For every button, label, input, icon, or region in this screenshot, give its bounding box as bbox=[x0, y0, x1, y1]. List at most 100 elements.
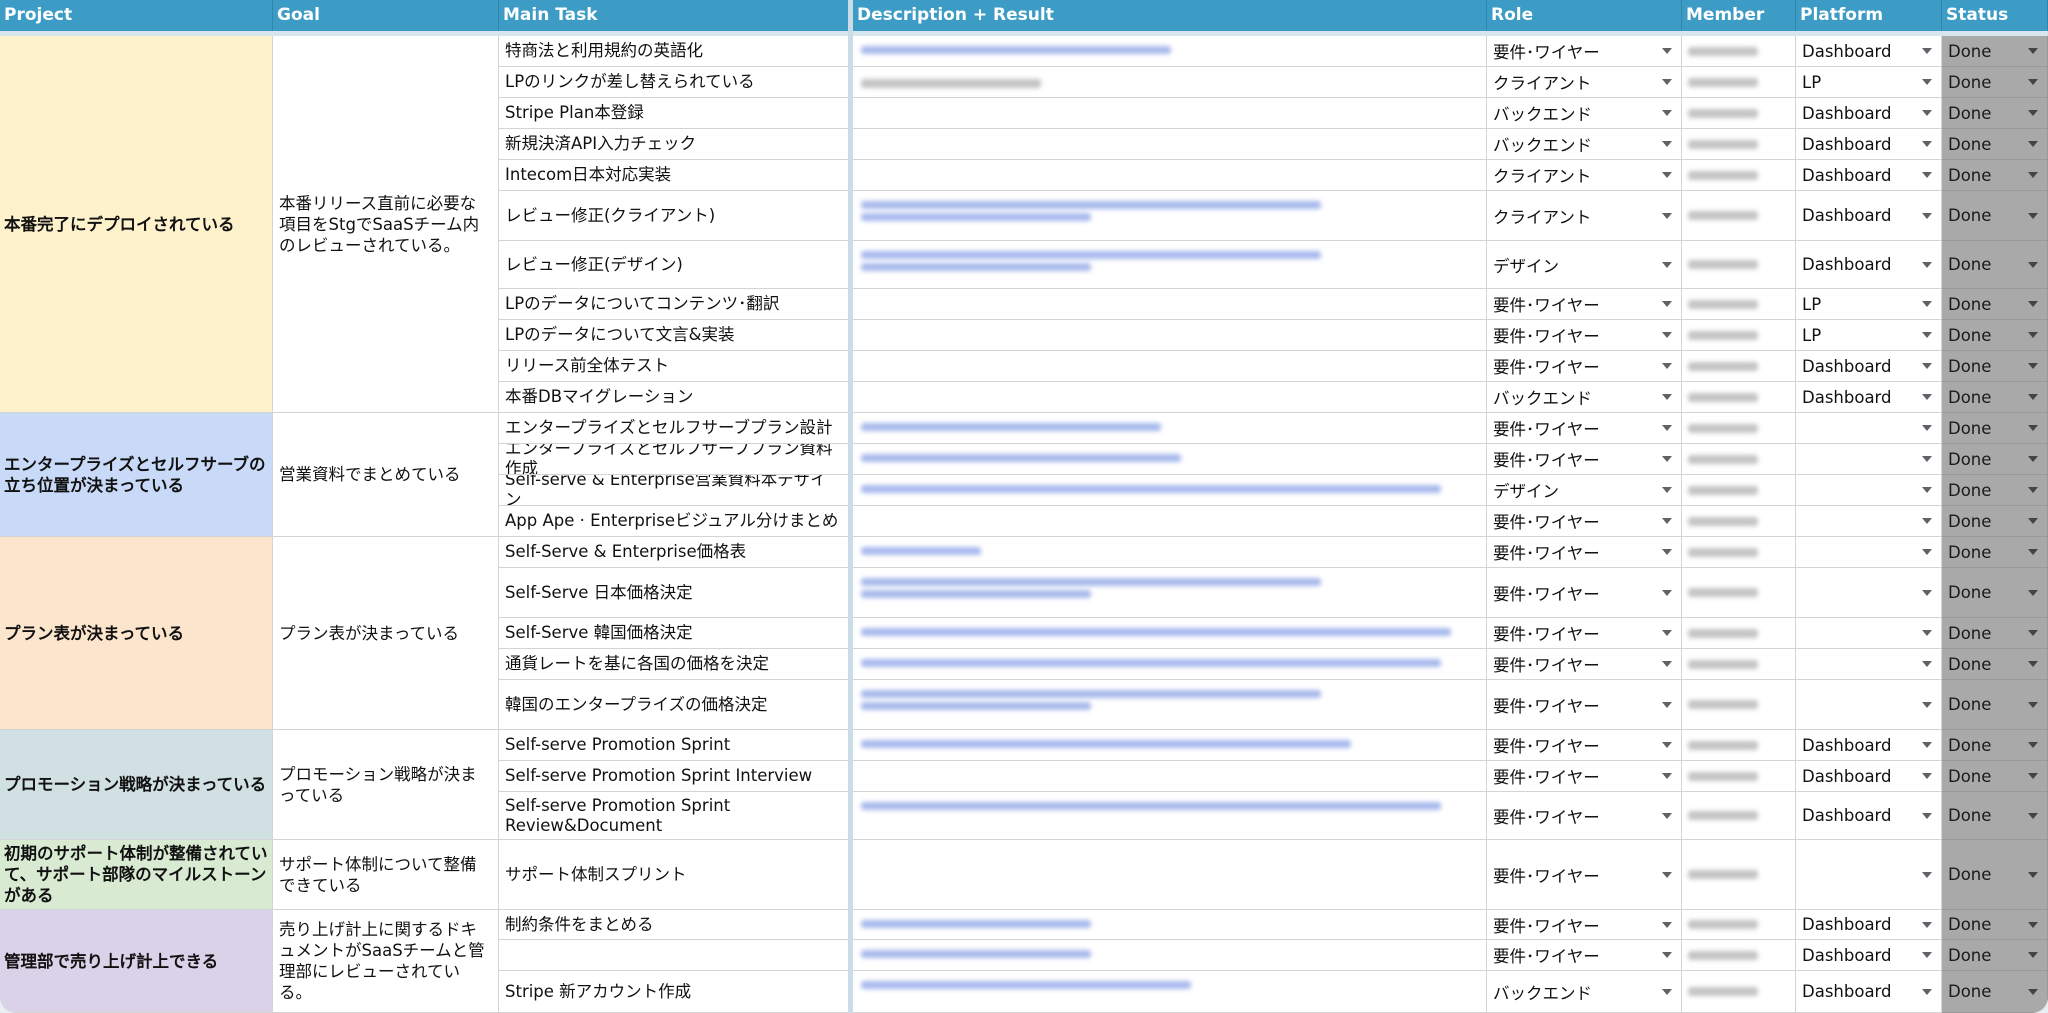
status-dropdown[interactable]: Done bbox=[1942, 971, 2048, 1013]
role-dropdown[interactable]: 要件･ワイヤー bbox=[1487, 320, 1682, 351]
description-cell[interactable] bbox=[853, 475, 1487, 506]
description-cell[interactable] bbox=[853, 351, 1487, 382]
platform-dropdown[interactable]: Dashboard bbox=[1796, 971, 1942, 1013]
status-dropdown[interactable]: Done bbox=[1942, 761, 2048, 792]
description-cell[interactable] bbox=[853, 680, 1487, 730]
dropdown-arrow-icon[interactable] bbox=[2028, 549, 2038, 555]
description-cell[interactable] bbox=[853, 940, 1487, 971]
platform-dropdown[interactable]: Dashboard bbox=[1796, 241, 1942, 289]
task-cell[interactable]: Self-serve Promotion Sprint bbox=[499, 730, 849, 761]
description-cell[interactable] bbox=[853, 67, 1487, 98]
dropdown-arrow-icon[interactable] bbox=[2028, 332, 2038, 338]
role-dropdown[interactable]: 要件･ワイヤー bbox=[1487, 940, 1682, 971]
task-cell[interactable]: サポート体制スプリント bbox=[499, 840, 849, 910]
description-cell[interactable] bbox=[853, 792, 1487, 840]
task-cell[interactable]: App Ape · Enterpriseビジュアル分けまとめ bbox=[499, 506, 849, 537]
dropdown-arrow-icon[interactable] bbox=[2028, 79, 2038, 85]
dropdown-arrow-icon[interactable] bbox=[1922, 363, 1932, 369]
role-dropdown[interactable]: 要件･ワイヤー bbox=[1487, 618, 1682, 649]
dropdown-arrow-icon[interactable] bbox=[2028, 261, 2038, 268]
member-cell[interactable] bbox=[1682, 537, 1796, 568]
dropdown-arrow-icon[interactable] bbox=[2028, 394, 2038, 400]
status-dropdown[interactable]: Done bbox=[1942, 98, 2048, 129]
member-cell[interactable] bbox=[1682, 289, 1796, 320]
platform-dropdown[interactable]: Dashboard bbox=[1796, 910, 1942, 940]
dropdown-arrow-icon[interactable] bbox=[1662, 487, 1672, 493]
role-dropdown[interactable]: バックエンド bbox=[1487, 129, 1682, 160]
platform-dropdown[interactable]: Dashboard bbox=[1796, 351, 1942, 382]
blurred-link[interactable] bbox=[861, 578, 1321, 586]
dropdown-arrow-icon[interactable] bbox=[1662, 301, 1672, 307]
member-cell[interactable] bbox=[1682, 36, 1796, 67]
platform-dropdown[interactable] bbox=[1796, 444, 1942, 475]
status-dropdown[interactable]: Done bbox=[1942, 191, 2048, 241]
column-header-role[interactable]: Role bbox=[1487, 0, 1682, 31]
platform-dropdown[interactable]: Dashboard bbox=[1796, 36, 1942, 67]
description-cell[interactable] bbox=[853, 568, 1487, 618]
task-cell[interactable]: LPのデータについてコンテンツ･翻訳 bbox=[499, 289, 849, 320]
project-cell[interactable]: 初期のサポート体制が整備されていて、サポート部隊のマイルストーンがある bbox=[0, 840, 273, 910]
blurred-link[interactable] bbox=[861, 690, 1321, 698]
description-cell[interactable] bbox=[853, 537, 1487, 568]
dropdown-arrow-icon[interactable] bbox=[1662, 871, 1672, 878]
dropdown-arrow-icon[interactable] bbox=[2028, 110, 2038, 116]
dropdown-arrow-icon[interactable] bbox=[1662, 812, 1672, 819]
goal-cell[interactable]: 売り上げ計上に関するドキュメントがSaaSチームと管理部にレビューされている。 bbox=[273, 910, 499, 1013]
member-cell[interactable] bbox=[1682, 444, 1796, 475]
dropdown-arrow-icon[interactable] bbox=[2028, 425, 2038, 431]
dropdown-arrow-icon[interactable] bbox=[1662, 425, 1672, 431]
dropdown-arrow-icon[interactable] bbox=[1662, 172, 1672, 178]
platform-dropdown[interactable] bbox=[1796, 413, 1942, 444]
blurred-link[interactable] bbox=[861, 485, 1441, 493]
member-cell[interactable] bbox=[1682, 241, 1796, 289]
role-dropdown[interactable]: デザイン bbox=[1487, 475, 1682, 506]
status-dropdown[interactable]: Done bbox=[1942, 537, 2048, 568]
description-cell[interactable] bbox=[853, 618, 1487, 649]
dropdown-arrow-icon[interactable] bbox=[2028, 701, 2038, 708]
dropdown-arrow-icon[interactable] bbox=[1922, 952, 1932, 958]
role-dropdown[interactable]: 要件･ワイヤー bbox=[1487, 761, 1682, 792]
task-cell[interactable]: Intecom日本対応実装 bbox=[499, 160, 849, 191]
description-cell[interactable] bbox=[853, 506, 1487, 537]
role-dropdown[interactable]: バックエンド bbox=[1487, 971, 1682, 1013]
dropdown-arrow-icon[interactable] bbox=[2028, 871, 2038, 878]
status-dropdown[interactable]: Done bbox=[1942, 680, 2048, 730]
role-dropdown[interactable]: クライアント bbox=[1487, 67, 1682, 98]
dropdown-arrow-icon[interactable] bbox=[1922, 332, 1932, 338]
column-header-platform[interactable]: Platform bbox=[1796, 0, 1942, 31]
platform-dropdown[interactable]: Dashboard bbox=[1796, 191, 1942, 241]
dropdown-arrow-icon[interactable] bbox=[1662, 921, 1672, 928]
column-header-status[interactable]: Status bbox=[1942, 0, 2048, 31]
task-cell[interactable]: Self-serve Promotion Sprint Review&Docum… bbox=[499, 792, 849, 840]
column-header-project[interactable]: Project bbox=[0, 0, 273, 31]
dropdown-arrow-icon[interactable] bbox=[1922, 742, 1932, 748]
role-dropdown[interactable]: 要件･ワイヤー bbox=[1487, 910, 1682, 940]
task-cell[interactable]: レビュー修正(クライアント) bbox=[499, 191, 849, 241]
dropdown-arrow-icon[interactable] bbox=[1922, 988, 1932, 995]
dropdown-arrow-icon[interactable] bbox=[1922, 921, 1932, 928]
task-cell[interactable]: 韓国のエンタープライズの価格決定 bbox=[499, 680, 849, 730]
platform-dropdown[interactable] bbox=[1796, 649, 1942, 680]
dropdown-arrow-icon[interactable] bbox=[1662, 589, 1672, 596]
task-cell[interactable]: 特商法と利用規約の英語化 bbox=[499, 36, 849, 67]
role-dropdown[interactable]: 要件･ワイヤー bbox=[1487, 792, 1682, 840]
goal-cell[interactable]: サポート体制について整備できている bbox=[273, 840, 499, 910]
status-dropdown[interactable]: Done bbox=[1942, 289, 2048, 320]
task-cell[interactable]: Stripe Plan本登録 bbox=[499, 98, 849, 129]
platform-dropdown[interactable] bbox=[1796, 537, 1942, 568]
dropdown-arrow-icon[interactable] bbox=[1662, 549, 1672, 555]
role-dropdown[interactable]: 要件･ワイヤー bbox=[1487, 568, 1682, 618]
dropdown-arrow-icon[interactable] bbox=[1922, 773, 1932, 779]
task-cell[interactable]: レビュー修正(デザイン) bbox=[499, 241, 849, 289]
role-dropdown[interactable]: 要件･ワイヤー bbox=[1487, 840, 1682, 910]
blurred-link[interactable] bbox=[861, 423, 1161, 431]
goal-cell[interactable]: 本番リリース直前に必要な項目をStgでSaaSチーム内のレビューされている。 bbox=[273, 36, 499, 413]
status-dropdown[interactable]: Done bbox=[1942, 36, 2048, 67]
project-cell[interactable]: プラン表が決まっている bbox=[0, 537, 273, 730]
platform-dropdown[interactable]: Dashboard bbox=[1796, 792, 1942, 840]
status-dropdown[interactable]: Done bbox=[1942, 413, 2048, 444]
member-cell[interactable] bbox=[1682, 940, 1796, 971]
frozen-column-divider[interactable] bbox=[848, 0, 853, 1013]
description-cell[interactable] bbox=[853, 840, 1487, 910]
dropdown-arrow-icon[interactable] bbox=[1922, 212, 1932, 219]
